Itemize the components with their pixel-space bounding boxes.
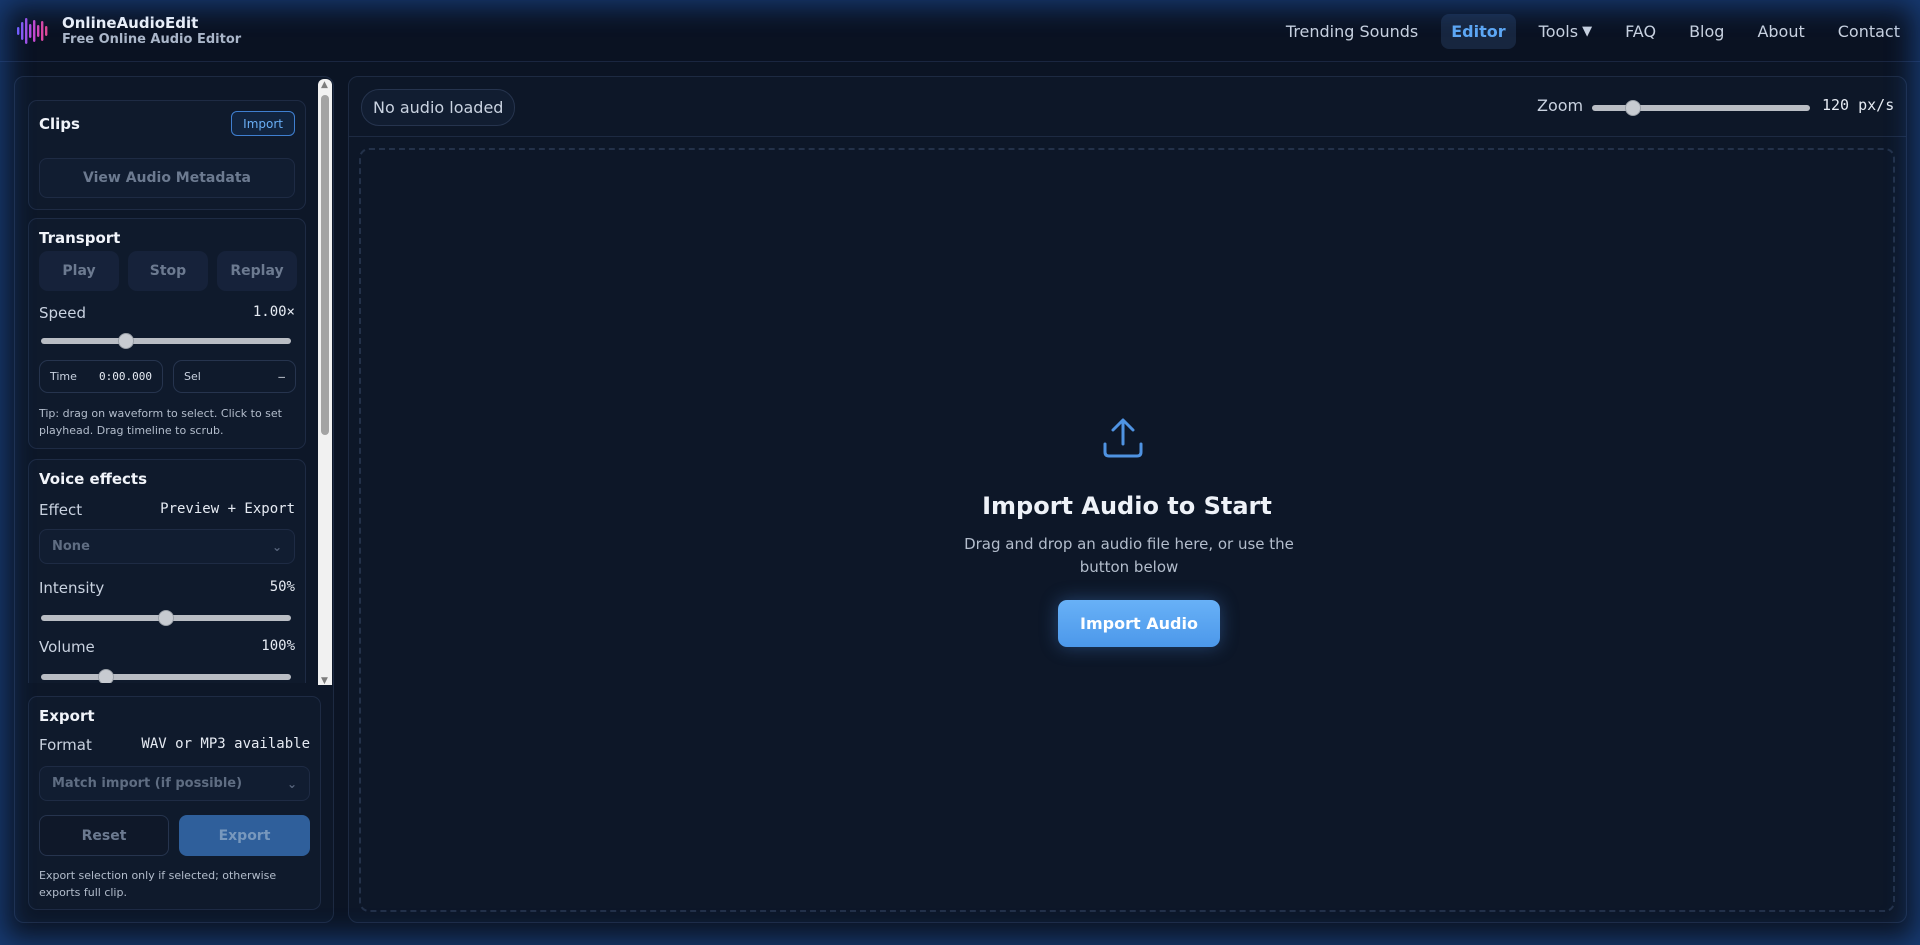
format-value: WAV or MP3 available: [141, 736, 310, 752]
time-readout: Time 0:00.000: [39, 360, 163, 393]
speed-label: Speed: [39, 304, 87, 322]
selection-readout: Sel –: [173, 360, 296, 393]
clips-card: Clips Import View Audio Metadata: [28, 100, 306, 210]
volume-value: 100%: [261, 638, 295, 654]
nav-faq[interactable]: FAQ: [1615, 14, 1666, 49]
brand[interactable]: OnlineAudioEdit Free Online Audio Editor: [16, 14, 241, 48]
format-selected: Match import (if possible): [52, 776, 243, 791]
time-label: Time: [50, 370, 77, 383]
nav-editor[interactable]: Editor: [1441, 13, 1516, 49]
dropzone-title: Import Audio to Start: [982, 492, 1272, 520]
audio-dropzone[interactable]: Import Audio to Start Drag and drop an a…: [359, 148, 1895, 912]
zoom-value: 120 px/s: [1822, 96, 1895, 114]
waveform-logo-icon: [16, 16, 52, 46]
transport-title: Transport: [39, 229, 121, 247]
sel-value: –: [278, 370, 285, 383]
effect-select[interactable]: None ⌄: [39, 529, 295, 564]
format-label: Format: [39, 736, 92, 754]
time-value: 0:00.000: [99, 370, 152, 383]
editor-main: No audio loaded Zoom 120 px/s Import Aud…: [348, 76, 1907, 923]
import-audio-button[interactable]: Import Audio: [1058, 600, 1220, 647]
export-note: Export selection only if selected; other…: [39, 869, 277, 899]
nav-tools-label: Tools: [1538, 21, 1579, 41]
status-badge: No audio loaded: [361, 89, 516, 126]
main-nav: Trending Sounds Editor Tools ▼ FAQ Blog …: [1263, 0, 1920, 62]
view-metadata-button[interactable]: View Audio Metadata: [39, 158, 295, 198]
transport-card: Transport Play Stop Replay Speed 1.00× T…: [28, 218, 306, 449]
brand-name: OnlineAudioEdit: [62, 13, 199, 32]
zoom-slider-thumb[interactable]: [1625, 100, 1642, 116]
zoom-slider[interactable]: [1592, 100, 1810, 116]
volume-slider[interactable]: [41, 669, 291, 683]
intensity-label: Intensity: [39, 579, 105, 597]
volume-label: Volume: [39, 638, 95, 656]
scroll-up-arrow-icon[interactable]: ▲: [321, 80, 328, 90]
top-header: OnlineAudioEdit Free Online Audio Editor…: [0, 0, 1920, 62]
volume-slider-thumb[interactable]: [98, 669, 114, 683]
upload-icon: [1101, 416, 1145, 460]
brand-subtitle: Free Online Audio Editor: [62, 31, 242, 47]
scrollbar-thumb[interactable]: [321, 95, 329, 435]
scroll-down-arrow-icon[interactable]: ▼: [321, 676, 328, 686]
export-button[interactable]: Export: [179, 815, 310, 856]
import-button[interactable]: Import: [231, 111, 295, 136]
voice-effects-title: Voice effects: [39, 470, 148, 488]
intensity-value: 50%: [269, 579, 295, 595]
sidebar-scrollbar[interactable]: ▲ ▼: [318, 79, 332, 686]
effect-label: Effect: [39, 501, 83, 519]
dropzone-description: Drag and drop an audio file here, or use…: [964, 535, 1294, 576]
intensity-slider-thumb[interactable]: [158, 610, 174, 626]
chevron-down-icon: ⌄: [271, 539, 282, 554]
effect-selected: None: [52, 539, 90, 554]
sidebar: Clips Import View Audio Metadata Transpo…: [14, 76, 334, 923]
chevron-down-icon: ⌄: [286, 776, 297, 791]
speed-value: 1.00×: [252, 304, 295, 320]
replay-button[interactable]: Replay: [217, 251, 297, 291]
format-select[interactable]: Match import (if possible) ⌄: [39, 766, 310, 801]
nav-blog[interactable]: Blog: [1679, 14, 1734, 49]
effect-mode: Preview + Export: [160, 501, 295, 517]
zoom-label: Zoom: [1537, 96, 1584, 115]
play-button[interactable]: Play: [39, 251, 119, 291]
stop-button[interactable]: Stop: [128, 251, 208, 291]
nav-about[interactable]: About: [1747, 14, 1814, 49]
caret-down-icon: ▼: [1582, 23, 1593, 39]
sel-label: Sel: [184, 370, 201, 383]
reset-button[interactable]: Reset: [39, 815, 169, 856]
nav-contact[interactable]: Contact: [1828, 14, 1910, 49]
nav-tools[interactable]: Tools ▼: [1529, 14, 1602, 49]
editor-toolbar: No audio loaded Zoom 120 px/s: [349, 77, 1906, 137]
export-title: Export: [39, 707, 95, 725]
nav-trending-sounds[interactable]: Trending Sounds: [1276, 14, 1428, 49]
clips-title: Clips: [39, 115, 80, 133]
speed-slider-thumb[interactable]: [118, 333, 134, 349]
speed-slider[interactable]: [41, 333, 291, 349]
intensity-slider[interactable]: [41, 610, 291, 626]
transport-tip: Tip: drag on waveform to select. Click t…: [39, 407, 282, 437]
export-card: Export Format WAV or MP3 available Match…: [28, 696, 321, 910]
sidebar-scroll-area[interactable]: Clips Import View Audio Metadata Transpo…: [15, 77, 317, 683]
voice-effects-card: Voice effects Effect Preview + Export No…: [28, 459, 306, 683]
